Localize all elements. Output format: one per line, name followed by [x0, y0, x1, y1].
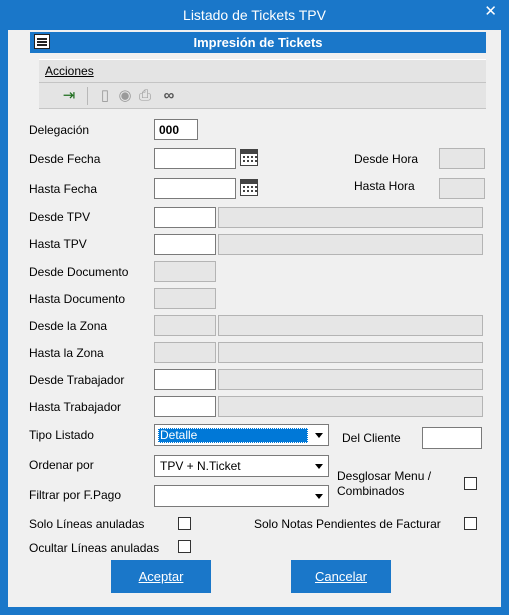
desde-zona-description	[218, 315, 483, 336]
filtrar-fpago-value	[158, 489, 308, 504]
ocultar-anuladas-label: Ocultar Líneas anuladas	[29, 541, 160, 555]
hasta-documento-label: Hasta Documento	[29, 292, 126, 306]
menu-bar: Acciones	[39, 59, 486, 83]
solo-anuladas-label: Solo Líneas anuladas	[29, 517, 145, 531]
desde-tpv-description	[218, 207, 483, 228]
desde-fecha-input[interactable]	[154, 148, 236, 169]
hasta-zona-description	[218, 342, 483, 363]
desglosar-label-line2: Combinados	[337, 484, 405, 498]
form-header-title: Impresión de Tickets	[193, 35, 323, 50]
hasta-tpv-input[interactable]	[154, 234, 216, 255]
desde-hora-label: Desde Hora	[354, 152, 419, 166]
solo-anuladas-checkbox[interactable]	[178, 517, 191, 530]
del-cliente-input[interactable]	[422, 427, 482, 449]
hasta-documento-input[interactable]	[154, 288, 216, 309]
delegacion-value: 000	[159, 123, 180, 137]
hasta-tpv-description	[218, 234, 483, 255]
toolbar: ⇥ ▯ ◉ ⎙ ∞	[39, 83, 486, 109]
hasta-trabajador-label: Hasta Trabajador	[29, 400, 122, 414]
filtrar-fpago-select[interactable]	[154, 485, 329, 507]
solo-pendientes-checkbox[interactable]	[464, 517, 477, 530]
delegacion-label: Delegación	[29, 123, 90, 137]
desde-trabajador-description	[218, 369, 483, 390]
hasta-fecha-input[interactable]	[154, 178, 236, 199]
chevron-down-icon	[315, 464, 323, 469]
ocultar-anuladas-checkbox[interactable]	[178, 540, 191, 553]
ordenar-por-label: Ordenar por	[29, 458, 94, 472]
tipo-listado-select[interactable]: Detalle	[154, 424, 329, 446]
desde-zona-input[interactable]	[154, 315, 216, 336]
aceptar-label: Aceptar	[138, 569, 184, 584]
hasta-hora-label: Hasta Hora	[354, 179, 415, 193]
form-header: Impresión de Tickets	[30, 32, 486, 53]
hasta-zona-input[interactable]	[154, 342, 216, 363]
desglosar-label-line1: Desglosar Menu /	[337, 469, 432, 483]
desde-zona-label: Desde la Zona	[29, 319, 108, 333]
hasta-zona-label: Hasta la Zona	[29, 346, 104, 360]
hasta-trabajador-input[interactable]	[154, 396, 216, 417]
solo-pendientes-label: Solo Notas Pendientes de Facturar	[254, 517, 441, 531]
delegacion-input[interactable]: 000	[154, 119, 198, 140]
desglosar-checkbox[interactable]	[464, 477, 477, 490]
desglosar-label: Desglosar Menu / Combinados	[337, 469, 431, 499]
desde-documento-input[interactable]	[154, 261, 216, 282]
cancelar-button[interactable]: Cancelar	[291, 560, 391, 593]
window-title: Listado de Tickets TPV	[183, 7, 326, 23]
desde-trabajador-input[interactable]	[154, 369, 216, 390]
page-icon[interactable]: ▯	[95, 86, 115, 106]
chevron-down-icon	[315, 433, 323, 438]
dialog-body: Impresión de Tickets Acciones ⇥ ▯ ◉ ⎙ ∞ …	[8, 30, 501, 607]
desde-tpv-label: Desde TPV	[29, 210, 91, 224]
menu-acciones[interactable]: Acciones	[45, 64, 94, 78]
exit-door-icon[interactable]: ⇥	[59, 86, 79, 106]
hasta-trabajador-description	[218, 396, 483, 417]
desde-fecha-label: Desde Fecha	[29, 152, 101, 166]
tipo-listado-value: Detalle	[158, 428, 308, 443]
print-icon[interactable]: ⎙	[135, 86, 155, 106]
tipo-listado-label: Tipo Listado	[29, 428, 94, 442]
close-icon[interactable]: ✕	[484, 2, 497, 20]
desde-trabajador-label: Desde Trabajador	[29, 373, 125, 387]
cancelar-label: Cancelar	[314, 569, 368, 584]
toolbar-separator	[87, 87, 88, 105]
binoculars-icon[interactable]: ∞	[159, 86, 179, 106]
calendar-icon[interactable]	[240, 179, 258, 196]
preview-icon[interactable]: ◉	[115, 86, 135, 106]
ordenar-por-select[interactable]: TPV + N.Ticket	[154, 455, 329, 477]
ordenar-por-value: TPV + N.Ticket	[160, 459, 241, 473]
hasta-hora-input[interactable]	[439, 178, 485, 199]
desde-hora-input[interactable]	[439, 148, 485, 169]
del-cliente-label: Del Cliente	[342, 431, 401, 445]
aceptar-button[interactable]: Aceptar	[111, 560, 211, 593]
hasta-tpv-label: Hasta TPV	[29, 237, 87, 251]
chevron-down-icon	[315, 494, 323, 499]
desde-documento-label: Desde Documento	[29, 265, 129, 279]
title-bar: Listado de Tickets TPV ✕	[0, 0, 509, 30]
hasta-fecha-label: Hasta Fecha	[29, 182, 98, 196]
calendar-icon[interactable]	[240, 149, 258, 166]
desde-tpv-input[interactable]	[154, 207, 216, 228]
filtrar-fpago-label: Filtrar por F.Pago	[29, 488, 122, 502]
